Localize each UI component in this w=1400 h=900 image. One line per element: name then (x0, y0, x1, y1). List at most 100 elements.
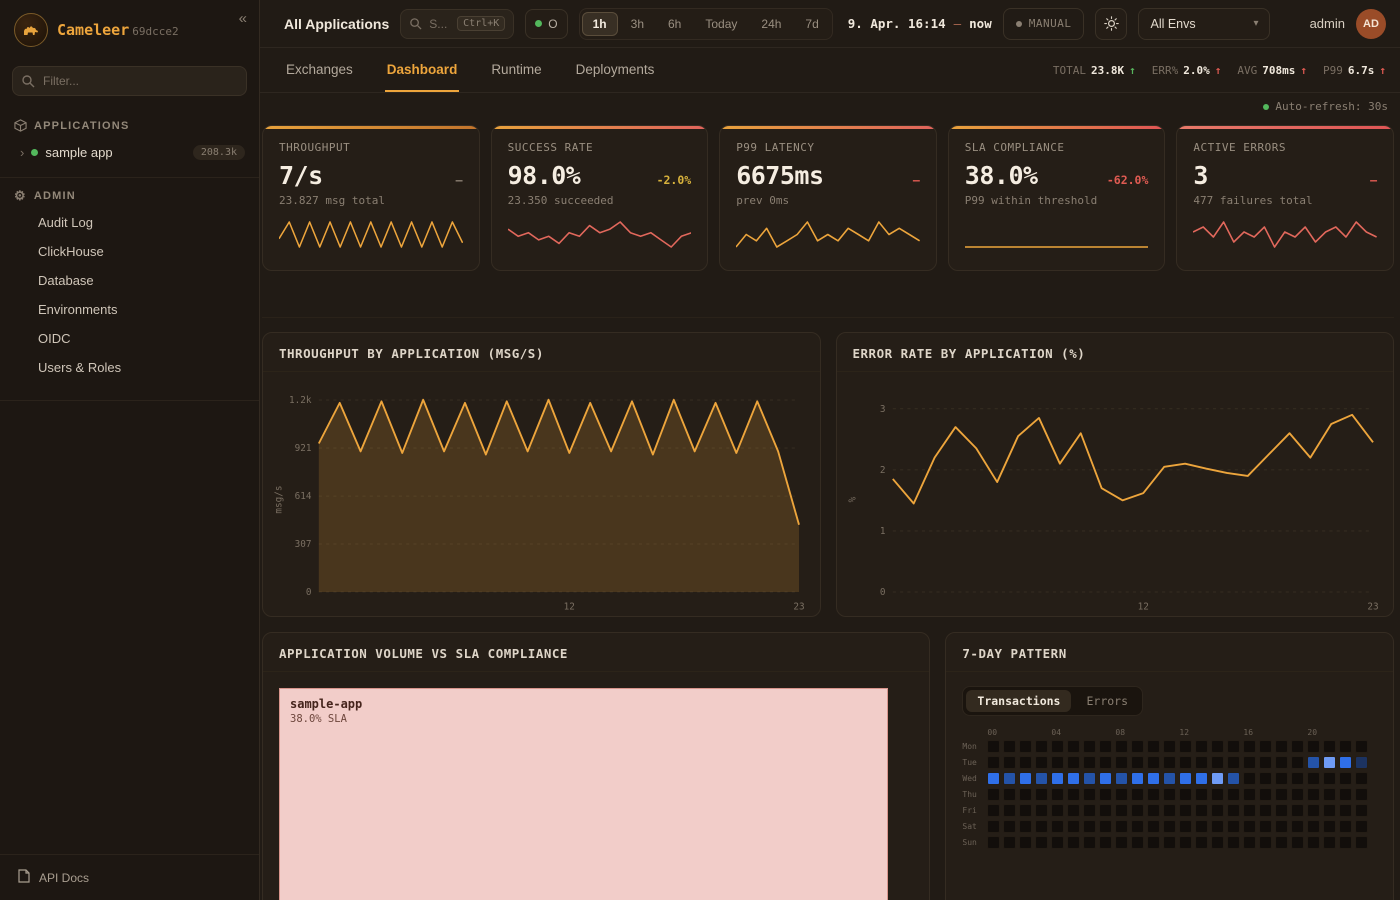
kpi-card-sla-compliance: SLA COMPLIANCE 38.0%-62.0% P99 within th… (948, 125, 1166, 271)
heatmap-cell (1067, 788, 1080, 801)
up-arrow-icon: ↑ (1215, 64, 1222, 77)
heatmap-day-label: Mon (962, 742, 984, 751)
heatmap-cell (1355, 772, 1368, 785)
user-name: admin (1310, 16, 1345, 31)
range-button-3h[interactable]: 3h (620, 12, 655, 36)
heatmap-cell (987, 820, 1000, 833)
manual-refresh-button[interactable]: MANUAL (1003, 8, 1085, 40)
heatmap-cell (1099, 820, 1112, 833)
heatmap-hour-label: 08 (1115, 728, 1128, 737)
tab-dashboard[interactable]: Dashboard (385, 48, 460, 92)
heatmap-cell (1131, 804, 1144, 817)
sparkline-chart (1193, 217, 1377, 251)
heatmap-cell (1003, 772, 1016, 785)
global-search[interactable]: S... Ctrl+K (400, 9, 514, 39)
online-status-chip[interactable]: O (525, 9, 567, 39)
heatmap-cell (1323, 820, 1336, 833)
heatmap-cell (1323, 740, 1336, 753)
bottom-row: APPLICATION VOLUME VS SLA COMPLIANCE sam… (262, 632, 1394, 900)
heatmap-cell (1147, 740, 1160, 753)
header-stats: TOTAL 23.8K ↑ ERR% 2.0% ↑ AVG 708ms ↑ P9… (1053, 48, 1386, 92)
heatmap-cell (1067, 820, 1080, 833)
tab-errors[interactable]: Errors (1075, 690, 1139, 712)
heatmap-cell (1227, 836, 1240, 849)
range-button-24h[interactable]: 24h (750, 12, 792, 36)
gradient-bar (720, 126, 936, 129)
heatmap-cell (1131, 772, 1144, 785)
sidebar-collapse-button[interactable]: « (239, 10, 247, 27)
time-from[interactable]: 9. Apr. 16:14 (848, 16, 946, 31)
sidebar-item-oidc[interactable]: OIDC (0, 324, 259, 353)
heatmap-cell (1307, 820, 1320, 833)
sidebar-item-database[interactable]: Database (0, 266, 259, 295)
heatmap-cell (1259, 804, 1272, 817)
sidebar-app-name: sample app (45, 145, 112, 160)
heatmap-cell (1035, 820, 1048, 833)
status-dot-green (535, 20, 542, 27)
heatmap-cell (1227, 740, 1240, 753)
heatmap-cell (1035, 740, 1048, 753)
heatmap-cell (1259, 756, 1272, 769)
api-docs-link[interactable]: API Docs (0, 854, 259, 900)
heatmap-cell (1099, 836, 1112, 849)
tab-deployments[interactable]: Deployments (574, 48, 657, 92)
kpi-delta: – (456, 173, 463, 187)
heatmap-cell (1163, 836, 1176, 849)
heatmap-cell (1275, 756, 1288, 769)
svg-text:1.2k: 1.2k (289, 395, 312, 406)
heatmap-cell (1275, 804, 1288, 817)
time-range-display: 9. Apr. 16:14 – now (848, 16, 992, 31)
svg-text:msg/s: msg/s (273, 485, 284, 513)
heatmap-cell (1195, 756, 1208, 769)
heatmap-cell (1163, 820, 1176, 833)
heatmap-cell (1003, 804, 1016, 817)
heatmap-cell (1083, 740, 1096, 753)
heatmap-cell (1259, 820, 1272, 833)
svg-text:0: 0 (879, 587, 885, 598)
package-icon (14, 119, 27, 132)
treemap-tile-sample-app[interactable]: sample-app 38.0% SLA (279, 688, 888, 900)
heatmap-cell (1163, 756, 1176, 769)
sidebar-item-audit-log[interactable]: Audit Log (0, 208, 259, 237)
kpi-delta: – (1370, 173, 1377, 187)
env-select[interactable]: All Envs ▾ (1138, 8, 1270, 40)
sidebar-item-clickhouse[interactable]: ClickHouse (0, 237, 259, 266)
filter-input[interactable] (12, 66, 247, 96)
tab-runtime[interactable]: Runtime (489, 48, 543, 92)
heatmap-cell (1131, 820, 1144, 833)
heatmap-cell (1227, 772, 1240, 785)
range-button-6h[interactable]: 6h (657, 12, 692, 36)
time-to[interactable]: now (969, 16, 992, 31)
range-button-today[interactable]: Today (694, 12, 748, 36)
sparkline-chart (965, 217, 1149, 251)
chart-title: ERROR RATE BY APPLICATION (%) (837, 333, 1394, 372)
heatmap-cell (1067, 756, 1080, 769)
sidebar-item-sample-app[interactable]: › sample app 208.3k (0, 138, 259, 167)
range-button-7d[interactable]: 7d (794, 12, 829, 36)
chevron-down-icon: ▾ (1253, 18, 1258, 29)
heatmap-cell (1195, 836, 1208, 849)
sidebar-item-environments[interactable]: Environments (0, 295, 259, 324)
heatmap-cell (1067, 836, 1080, 849)
svg-text:2: 2 (879, 465, 885, 476)
heatmap-cell (1339, 820, 1352, 833)
sidebar-item-users-roles[interactable]: Users & Roles (0, 353, 259, 382)
heatmap-cell (1291, 820, 1304, 833)
heatmap-cell (1019, 788, 1032, 801)
heatmap-cell (1003, 820, 1016, 833)
theme-toggle-button[interactable] (1095, 8, 1127, 40)
user-avatar[interactable]: AD (1356, 9, 1386, 39)
gear-icon: ⚙ (14, 189, 27, 202)
heatmap-cell (1355, 740, 1368, 753)
range-button-1h[interactable]: 1h (582, 12, 618, 36)
search-shortcut-kbd: Ctrl+K (457, 16, 505, 31)
heatmap-cell (1275, 772, 1288, 785)
heatmap-cell (1259, 836, 1272, 849)
status-dot-green (1263, 104, 1269, 110)
heatmap-cell (1339, 788, 1352, 801)
stat-total: TOTAL 23.8K ↑ (1053, 64, 1136, 77)
heatmap-cell (1051, 772, 1064, 785)
tab-exchanges[interactable]: Exchanges (284, 48, 355, 92)
top-header: All Applications S... Ctrl+K O 1h 3h 6h … (260, 0, 1400, 48)
tab-transactions[interactable]: Transactions (966, 690, 1071, 712)
